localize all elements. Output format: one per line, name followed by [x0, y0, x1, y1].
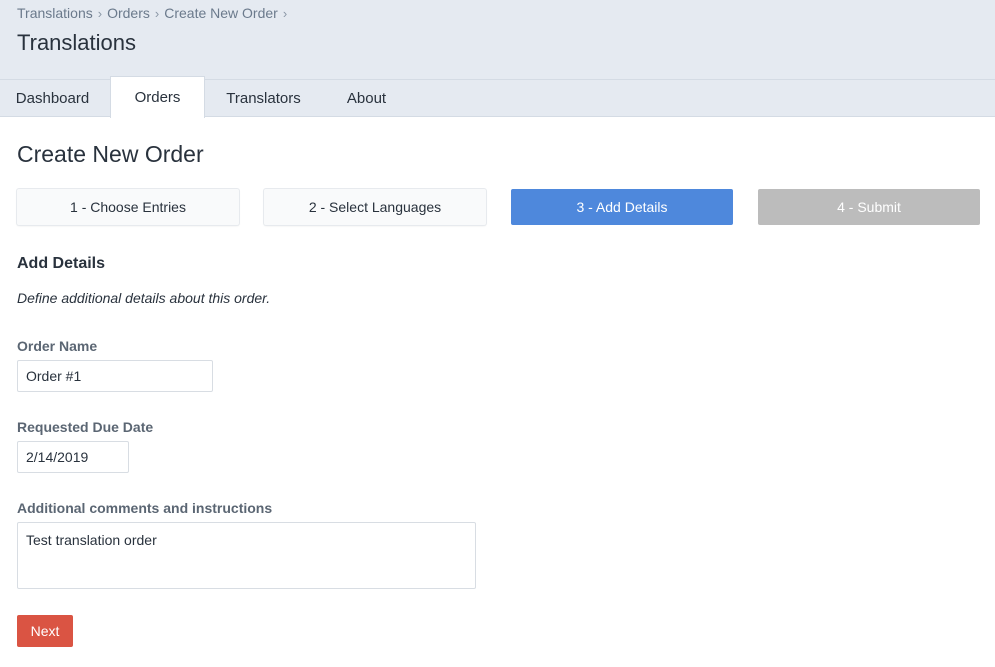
step-select-languages[interactable]: 2 - Select Languages	[264, 189, 486, 225]
comments-textarea[interactable]: Test translation order	[17, 522, 476, 589]
main-title: Create New Order	[17, 141, 204, 167]
breadcrumb-separator: ›	[97, 5, 103, 21]
next-button[interactable]: Next	[17, 615, 73, 647]
tab-dashboard[interactable]: Dashboard	[0, 80, 105, 117]
breadcrumb-create-new-order[interactable]: Create New Order	[164, 5, 278, 21]
tab-about[interactable]: About	[330, 80, 403, 117]
breadcrumb-separator: ›	[154, 5, 160, 21]
step-choose-entries[interactable]: 1 - Choose Entries	[17, 189, 239, 225]
comments-label: Additional comments and instructions	[17, 500, 273, 516]
step-add-details[interactable]: 3 - Add Details	[511, 189, 733, 225]
tab-orders[interactable]: Orders	[110, 76, 205, 118]
due-date-input[interactable]	[17, 441, 129, 473]
step-submit: 4 - Submit	[758, 189, 980, 225]
section-description: Define additional details about this ord…	[17, 290, 271, 306]
page-title: Translations	[17, 30, 137, 55]
order-name-label: Order Name	[17, 338, 98, 354]
section-heading: Add Details	[17, 255, 106, 272]
breadcrumb-separator: ›	[282, 5, 288, 21]
order-name-input[interactable]	[17, 360, 213, 392]
tab-translators[interactable]: Translators	[210, 80, 317, 117]
breadcrumb: Translations › Orders › Create New Order…	[17, 5, 292, 21]
due-date-label: Requested Due Date	[17, 419, 154, 435]
breadcrumb-orders[interactable]: Orders	[107, 5, 150, 21]
tab-bar: Dashboard Orders Translators About	[0, 76, 995, 118]
breadcrumb-translations[interactable]: Translations	[17, 5, 93, 21]
app-header: Translations › Orders › Create New Order…	[0, 0, 995, 80]
